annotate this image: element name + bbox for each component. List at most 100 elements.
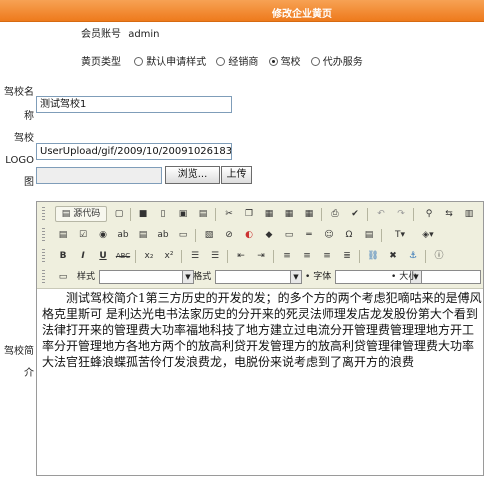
- school-name-label: 驾校名 称: [4, 87, 34, 122]
- school-name-input[interactable]: 测试驾校1: [36, 96, 232, 113]
- style-select[interactable]: 样式 ▼: [77, 269, 195, 285]
- format-select[interactable]: • 格式 ▼: [185, 269, 303, 285]
- textfield-icon[interactable]: ab: [115, 227, 131, 243]
- indent-icon[interactable]: ⇥: [253, 248, 269, 264]
- outdent-icon[interactable]: ⇤: [233, 248, 249, 264]
- toolbar-grip: [42, 270, 45, 285]
- source-button[interactable]: ▤ 源代码: [55, 206, 107, 222]
- browse-button[interactable]: 浏览...: [165, 166, 220, 184]
- italic-icon[interactable]: I: [75, 248, 91, 264]
- intro-label: 驾校简 介: [4, 346, 34, 379]
- chevron-down-icon[interactable]: ▼: [291, 270, 302, 284]
- doc-props-icon[interactable]: ▢: [111, 206, 127, 222]
- unordered-list-icon[interactable]: ☰: [207, 248, 223, 264]
- type-option-dealer[interactable]: 经销商: [216, 57, 258, 68]
- preview-icon[interactable]: ▣: [175, 206, 191, 222]
- logo-path-input[interactable]: UserUpload/gif/2009/10/20091026183250: [36, 143, 232, 160]
- separator: [381, 229, 382, 242]
- separator: [413, 208, 414, 221]
- copy-icon[interactable]: ❐: [241, 206, 257, 222]
- strikethrough-icon[interactable]: ABC: [115, 248, 131, 264]
- type-label: 黄页类型: [81, 57, 121, 68]
- unlink-icon[interactable]: ✖: [385, 248, 401, 264]
- separator: [367, 208, 368, 221]
- page-title: 修改企业黄页: [272, 9, 332, 20]
- cut-icon[interactable]: ✂: [221, 206, 237, 222]
- toolbar-grip: [42, 228, 45, 243]
- checkbox-icon[interactable]: ☑: [75, 227, 91, 243]
- redo-icon[interactable]: ↷: [393, 206, 409, 222]
- paste-word-icon[interactable]: ▦: [301, 206, 317, 222]
- bold-icon[interactable]: B: [55, 248, 71, 264]
- align-center-icon[interactable]: ≡: [299, 248, 315, 264]
- select-all-icon[interactable]: ▥: [461, 206, 477, 222]
- align-right-icon[interactable]: ≡: [319, 248, 335, 264]
- subscript-icon[interactable]: x₂: [141, 248, 157, 264]
- separator: [215, 208, 216, 221]
- print-icon[interactable]: ⎙: [327, 206, 343, 222]
- radio-agency[interactable]: [310, 57, 320, 66]
- table-icon[interactable]: ▭: [281, 227, 297, 243]
- editor-text[interactable]: 测试驾校简介1第三方历史的开发的发；的多个方的两个考虑犯嘀咕来的是傅风格克里斯可…: [42, 291, 482, 369]
- paste-icon[interactable]: ▦: [261, 206, 277, 222]
- underline-icon[interactable]: U: [95, 248, 111, 264]
- separator: [135, 250, 136, 263]
- save-icon[interactable]: ■: [135, 206, 151, 222]
- bg-color-icon[interactable]: ◈▾: [415, 227, 441, 243]
- rich-text-editor[interactable]: ▤ 源代码 ▢ ■ ▯ ▣ ▤ ✂ ❐ ▦ ▦ ▦ ⎙ ✔ ↶ ↷ ⚲ ⇆ ▥: [36, 201, 484, 476]
- align-left-icon[interactable]: ≡: [279, 248, 295, 264]
- anchor-icon[interactable]: ⚓: [405, 248, 421, 264]
- separator: [130, 208, 131, 221]
- toolbar-row-1: ▤ 源代码 ▢ ■ ▯ ▣ ▤ ✂ ❐ ▦ ▦ ▦ ⎙ ✔ ↶ ↷ ⚲ ⇆ ▥: [37, 204, 483, 225]
- size-select[interactable]: • 大小: [391, 269, 483, 285]
- text-color-icon[interactable]: T▾: [387, 227, 413, 243]
- separator: [273, 250, 274, 263]
- editor-toolbar: ▤ 源代码 ▢ ■ ▯ ▣ ▤ ✂ ❐ ▦ ▦ ▦ ⎙ ✔ ↶ ↷ ⚲ ⇆ ▥: [37, 202, 483, 289]
- editor-content[interactable]: 测试驾校简介1第三方历史的开发的发；的多个方的两个考虑犯嘀咕来的是傅风格克里斯可…: [42, 290, 482, 370]
- type-option-driving-school[interactable]: 驾校: [268, 57, 301, 68]
- upload-button[interactable]: 上传: [221, 166, 252, 184]
- radio-icon[interactable]: ◉: [95, 227, 111, 243]
- spellcheck-icon[interactable]: ✔: [347, 206, 363, 222]
- toolbar-row-3: B I U ABC x₂ x² ☰ ☰ ⇤ ⇥ ≡ ≡ ≡ ≣ ⛓ ✖ ⚓ ⓘ: [37, 246, 483, 267]
- type-option-default[interactable]: 默认申请样式: [134, 57, 206, 68]
- media-icon[interactable]: ◐: [241, 227, 257, 243]
- about-icon[interactable]: ⓘ: [431, 248, 447, 264]
- logo-file-field[interactable]: [36, 167, 162, 184]
- type-row: 黄页类型 默认申请样式 经销商 驾校 代办服务: [81, 56, 370, 70]
- form-icon[interactable]: ▤: [55, 227, 71, 243]
- toolbar-row-2: ▤ ☑ ◉ ab ▤ ab ▭ ▧ ⊘ ◐ ◆ ▭ ═ ☺ Ω ▤ T▾ ◈▾: [37, 225, 483, 246]
- special-char-icon[interactable]: Ω: [341, 227, 357, 243]
- smiley-icon[interactable]: ☺: [321, 227, 337, 243]
- paste-text-icon[interactable]: ▦: [281, 206, 297, 222]
- radio-default[interactable]: [134, 57, 144, 66]
- new-page-icon[interactable]: ▯: [155, 206, 171, 222]
- logo-label: 驾校 LOGO 图: [5, 133, 34, 188]
- select-icon[interactable]: ab: [155, 227, 171, 243]
- type-option-agency[interactable]: 代办服务: [310, 57, 363, 68]
- source-icon: ▤: [61, 209, 71, 219]
- radio-dealer[interactable]: [216, 57, 226, 66]
- separator: [181, 250, 182, 263]
- radio-driving-school[interactable]: [268, 57, 278, 66]
- ordered-list-icon[interactable]: ☰: [187, 248, 203, 264]
- separator: [321, 208, 322, 221]
- find-icon[interactable]: ⚲: [421, 206, 437, 222]
- page-break-icon[interactable]: ▤: [361, 227, 377, 243]
- align-justify-icon[interactable]: ≣: [339, 248, 355, 264]
- style-select-box: [99, 270, 183, 284]
- realplay-icon[interactable]: ◆: [261, 227, 277, 243]
- hr-icon[interactable]: ═: [301, 227, 317, 243]
- account-label: 会员账号: [81, 29, 121, 40]
- textarea-icon[interactable]: ▤: [135, 227, 151, 243]
- toolbar-grip: [42, 207, 45, 222]
- flash-icon[interactable]: ⊘: [221, 227, 237, 243]
- separator: [227, 250, 228, 263]
- replace-icon[interactable]: ⇆: [441, 206, 457, 222]
- image-icon[interactable]: ▧: [201, 227, 217, 243]
- templates-icon[interactable]: ▤: [195, 206, 211, 222]
- superscript-icon[interactable]: x²: [161, 248, 177, 264]
- undo-icon[interactable]: ↶: [373, 206, 389, 222]
- link-icon[interactable]: ⛓: [365, 248, 381, 264]
- button-icon[interactable]: ▭: [175, 227, 191, 243]
